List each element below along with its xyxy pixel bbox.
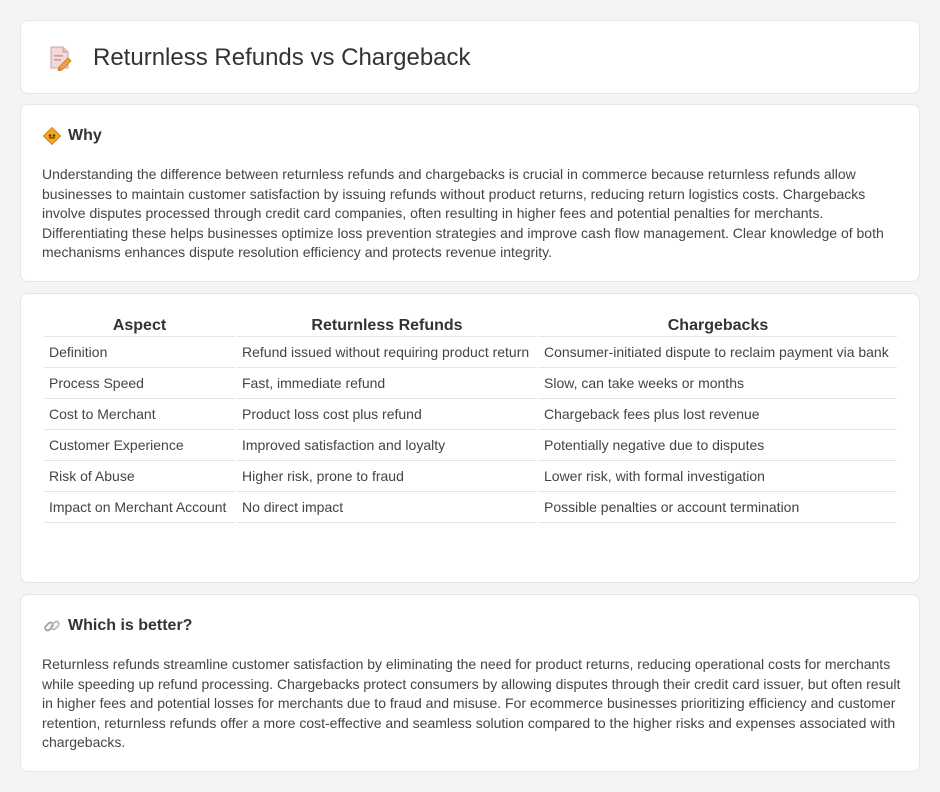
why-title: Why [68,127,102,144]
table-row: Risk of Abuse Higher risk, prone to frau… [44,461,897,492]
comparison-section: Aspect Returnless Refunds Chargebacks De… [20,293,920,583]
why-section: Why Understanding the difference between… [20,104,920,282]
table-cell-aspect: Definition [44,337,235,368]
link-icon [43,617,61,635]
table-row: Definition Refund issued without requiri… [44,337,897,368]
table-cell-chargeback: Consumer-initiated dispute to reclaim pa… [539,337,897,368]
table-cell-chargeback: Chargeback fees plus lost revenue [539,399,897,430]
table-cell-aspect: Cost to Merchant [44,399,235,430]
table-cell-chargeback: Slow, can take weeks or months [539,368,897,399]
which-is-better-text: Returnless refunds streamline customer s… [42,656,901,751]
table-cell-aspect: Risk of Abuse [44,461,235,492]
table-cell-returnless: Product loss cost plus refund [237,399,537,430]
table-row: Customer Experience Improved satisfactio… [44,430,897,461]
table-cell-returnless: Refund issued without requiring product … [237,337,537,368]
header-returnless-refunds: Returnless Refunds [237,315,537,337]
table-row: Process Speed Fast, immediate refund Slo… [44,368,897,399]
table-cell-aspect: Customer Experience [44,430,235,461]
page-title: Returnless Refunds vs Chargeback [93,44,471,71]
which-is-better-section: Which is better? Returnless refunds stre… [20,594,920,772]
table-cell-chargeback: Lower risk, with formal investigation [539,461,897,492]
why-text: Understanding the difference between ret… [42,166,884,261]
table-cell-aspect: Process Speed [44,368,235,399]
header-chargebacks: Chargebacks [539,315,897,337]
table-cell-chargeback: Possible penalties or account terminatio… [539,492,897,523]
which-is-better-title: Which is better? [68,617,193,634]
table-cell-returnless: No direct impact [237,492,537,523]
table-cell-aspect: Impact on Merchant Account [44,492,235,523]
table-row: Cost to Merchant Product loss cost plus … [44,399,897,430]
diamond-sign-icon [42,126,62,146]
table-header-row: Aspect Returnless Refunds Chargebacks [44,315,897,337]
table-row: Impact on Merchant Account No direct imp… [44,492,897,523]
table-cell-returnless: Improved satisfaction and loyalty [237,430,537,461]
header-aspect: Aspect [44,315,235,337]
table-cell-returnless: Higher risk, prone to fraud [237,461,537,492]
table-cell-returnless: Fast, immediate refund [237,368,537,399]
table-cell-chargeback: Potentially negative due to disputes [539,430,897,461]
comparison-table: Aspect Returnless Refunds Chargebacks De… [42,315,899,523]
document-pen-icon [48,45,72,72]
title-card: Returnless Refunds vs Chargeback [20,20,920,94]
